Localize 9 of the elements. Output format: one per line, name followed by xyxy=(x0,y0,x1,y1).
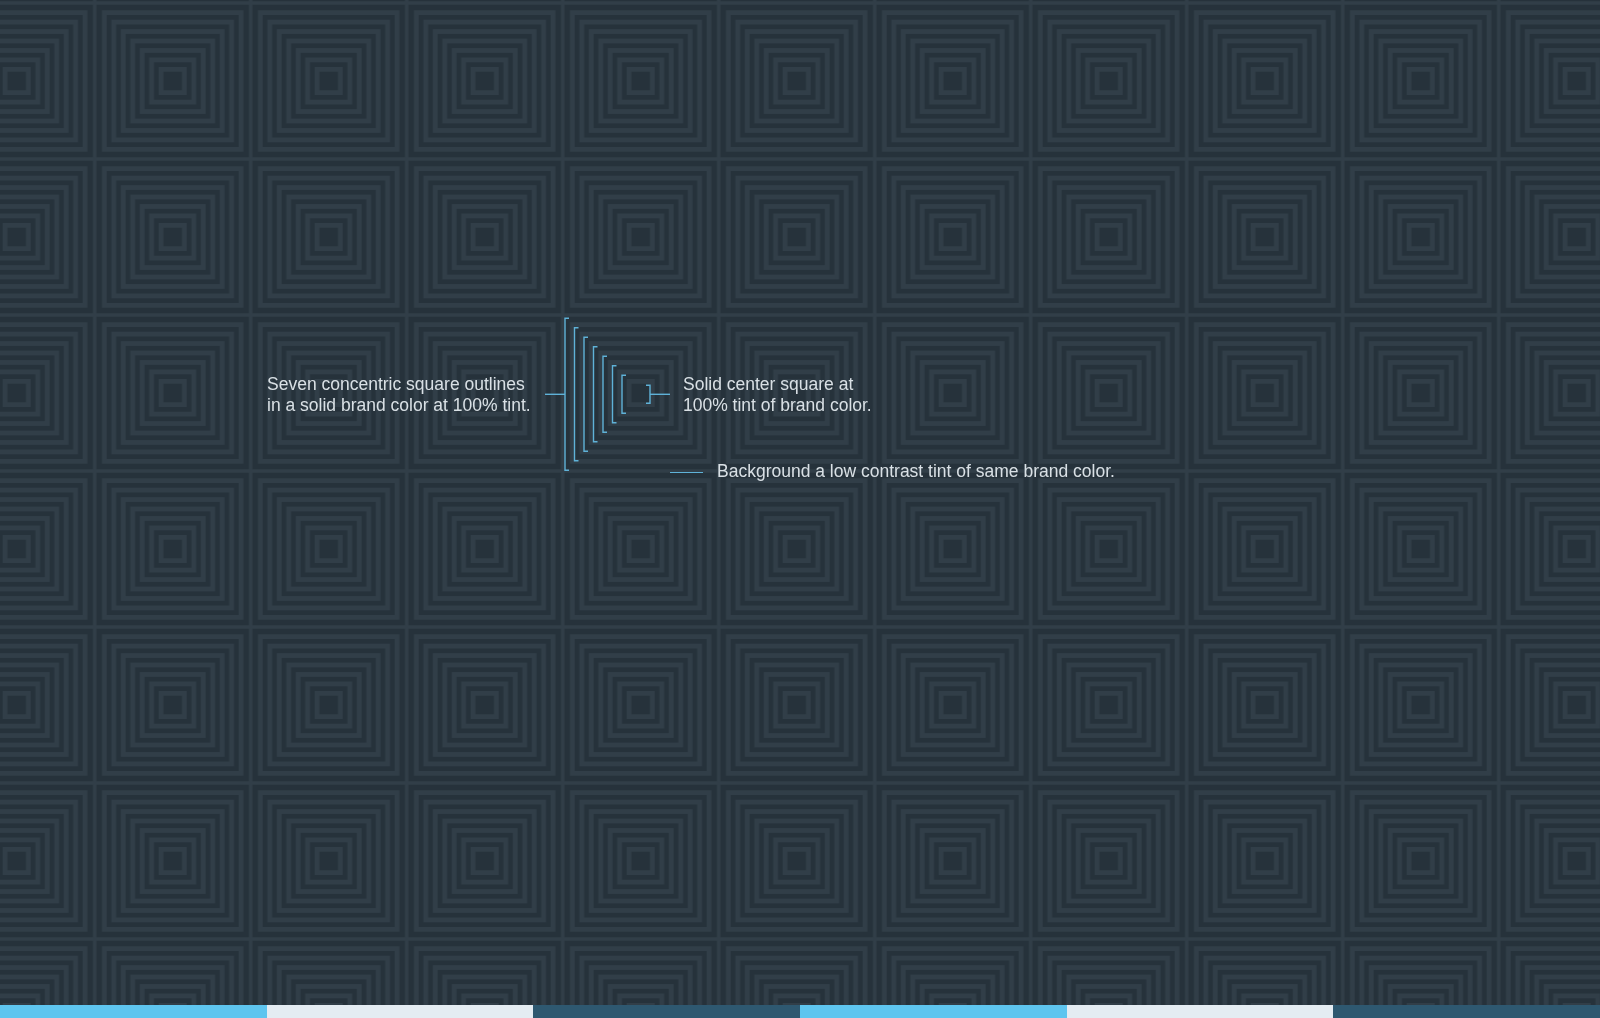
center-bracket xyxy=(645,384,651,404)
outline-bracket xyxy=(621,374,627,414)
leader-line xyxy=(670,471,703,474)
outline-bracket xyxy=(611,365,618,424)
annotation-text: Solid center square at 100% tint of brand color. xyxy=(683,374,872,416)
annotation-text: Background a low contrast tint of same brand color. xyxy=(717,461,1115,482)
leader-line xyxy=(650,393,670,395)
annotation-text: Seven concentric square outlines in a solid brand color at 100% tint. xyxy=(267,374,531,416)
leader-line xyxy=(545,393,565,395)
